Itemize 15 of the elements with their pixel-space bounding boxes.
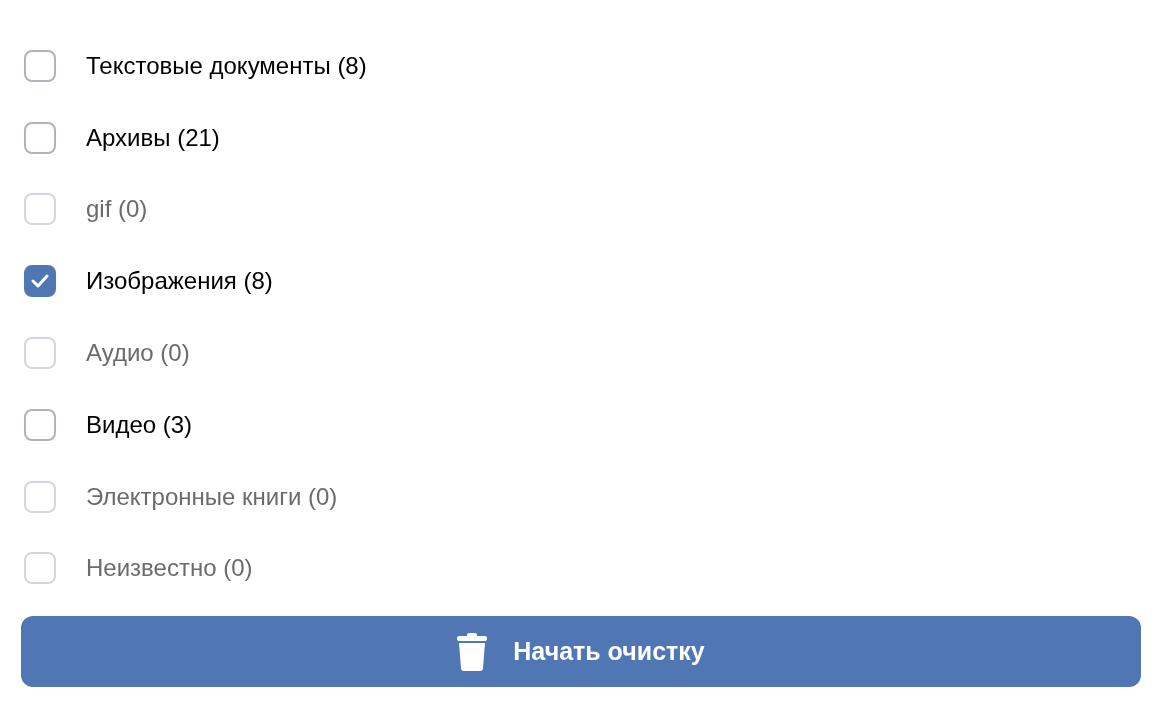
trash-icon: [457, 632, 488, 671]
start-cleanup-button[interactable]: Начать очистку: [21, 616, 1141, 688]
checkbox-label: Электронные книги (0): [86, 481, 338, 512]
checkbox-label: Видео (3): [86, 409, 193, 440]
checkbox-label: gif (0): [86, 194, 148, 225]
checkbox-label: Архивы (21): [86, 122, 220, 153]
checkbox-label: Аудио (0): [86, 338, 190, 369]
checkbox[interactable]: [24, 121, 56, 154]
checkbox-label: Текстовые документы (8): [86, 50, 367, 81]
checkbox-label: Изображения (8): [86, 266, 273, 297]
checkbox[interactable]: [24, 408, 56, 441]
checkbox[interactable]: [24, 49, 56, 82]
checkbox-label: Неизвестно (0): [86, 553, 253, 584]
checkmark-icon: [31, 274, 49, 289]
checkbox[interactable]: [24, 265, 56, 298]
